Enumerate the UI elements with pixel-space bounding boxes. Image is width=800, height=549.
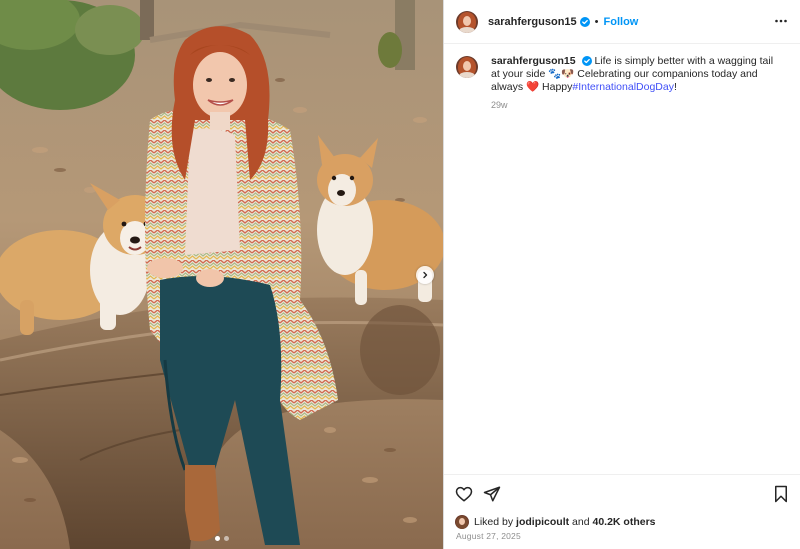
post-photo	[0, 0, 443, 549]
likes-text: Liked by jodipicoult and 40.2K others	[474, 516, 656, 528]
post-details-panel: sarahferguson15 • Follow sarahferguson15…	[443, 0, 800, 549]
separator-dot: •	[594, 15, 599, 28]
follow-button[interactable]: Follow	[604, 16, 639, 28]
author-username[interactable]: sarahferguson15	[488, 16, 577, 28]
post-caption: sarahferguson15 Life is simply better wi…	[444, 44, 800, 112]
more-options-icon[interactable]	[774, 14, 788, 28]
likes-summary: Liked by jodipicoult and 40.2K others	[455, 515, 656, 529]
caption-text: !	[673, 81, 677, 93]
avatar[interactable]	[455, 515, 469, 529]
heart-icon[interactable]	[455, 485, 473, 503]
verified-badge-icon	[581, 56, 592, 67]
liked-by-prefix: Liked by	[474, 516, 514, 528]
caption-username[interactable]: sarahferguson15	[491, 55, 576, 67]
carousel-dot	[214, 536, 220, 541]
avatar[interactable]	[456, 10, 478, 33]
liked-by-user[interactable]: jodipicoult	[516, 516, 569, 528]
post-date[interactable]: August 27, 2025	[456, 531, 521, 541]
caption-text: Happy	[542, 81, 573, 93]
caption-body: sarahferguson15 Life is simply better wi…	[491, 55, 776, 112]
carousel-indicator	[0, 536, 443, 541]
post-media[interactable]	[0, 0, 443, 549]
avatar[interactable]	[456, 56, 478, 78]
bookmark-icon[interactable]	[773, 485, 789, 503]
post-header: sarahferguson15 • Follow	[444, 0, 800, 44]
caption-hashtag[interactable]: #InternationalDogDay	[572, 81, 674, 93]
chevron-right-icon	[423, 271, 428, 279]
post-timestamp[interactable]: 29w	[491, 99, 776, 112]
carousel-dot	[223, 536, 229, 541]
caption-emoji: 🐾🐶	[548, 68, 575, 80]
likes-count[interactable]: 40.2K others	[592, 516, 655, 528]
verified-badge-icon	[579, 16, 590, 27]
liked-by-connector: and	[572, 516, 590, 528]
heart-emoji: ❤️	[526, 81, 540, 93]
post-actions: Liked by jodipicoult and 40.2K others Au…	[444, 474, 800, 549]
next-photo-button[interactable]	[416, 266, 434, 284]
paper-plane-icon[interactable]	[483, 485, 501, 503]
